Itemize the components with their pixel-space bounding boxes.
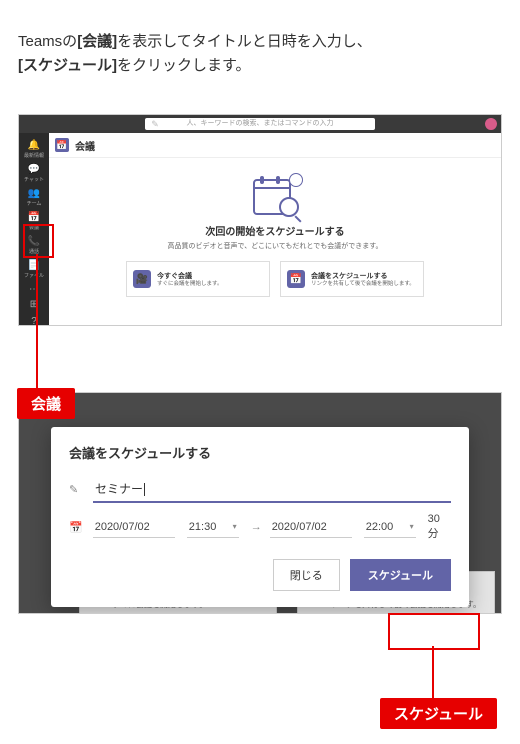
chat-icon: 💬	[28, 163, 40, 175]
search-input[interactable]: 人、キーワードの検索、またはコマンドの入力	[145, 118, 375, 130]
rail-item-activity[interactable]: 🔔最新情報	[23, 139, 45, 159]
empty-sub: 高品質のビデオと音声で、どこにいてもだれとでも会議ができます。	[49, 241, 501, 251]
callout-label-meetings: 会議	[17, 388, 75, 419]
start-time-field[interactable]: 21:30▾	[187, 517, 239, 538]
rail-item-files[interactable]: 📄ファイル	[23, 259, 45, 279]
pencil-icon: ✎	[69, 483, 83, 496]
callout-box-schedule	[388, 613, 480, 650]
close-button[interactable]: 閉じる	[273, 559, 340, 591]
content-title: 会議	[75, 138, 95, 153]
calendar-icon: 📅	[55, 138, 69, 152]
bell-icon: 🔔	[28, 139, 40, 151]
rail-item-more[interactable]: ⋯	[23, 283, 45, 295]
schedule-button[interactable]: スケジュール	[350, 559, 451, 591]
teams-content: 📅 会議 次回の開始をスケジュールする 高品質のビデオと音声で、どこにいてもだれ…	[49, 133, 501, 325]
avatar[interactable]	[485, 118, 497, 130]
teams-titlebar: ✎ 人、キーワードの検索、またはコマンドの入力	[19, 115, 501, 133]
callout-line	[432, 646, 434, 700]
rail-item-chat[interactable]: 💬チャット	[23, 163, 45, 183]
callout-line	[36, 254, 38, 390]
left-rail: 🔔最新情報 💬チャット 👥チーム 📅会議 📞通話 📄ファイル ⋯ ⊞ ?	[19, 133, 49, 325]
phone-icon: 📞	[28, 235, 40, 247]
instruction-text: Teamsの[会議]を表示してタイトルと日時を入力し、 [スケジュール]をクリッ…	[18, 30, 502, 78]
end-date-field[interactable]: 2020/07/02	[270, 517, 352, 538]
teams-window-1: ✎ 人、キーワードの検索、またはコマンドの入力 🔔最新情報 💬チャット 👥チーム…	[18, 114, 502, 326]
calendar-icon: 📅	[69, 521, 83, 534]
empty-heading: 次回の開始をスケジュールする	[49, 223, 501, 238]
schedule-dialog: 会議をスケジュールする ✎ セミナー 📅 2020/07/02 21:30▾ →…	[51, 427, 469, 607]
video-icon: 🎥	[133, 270, 151, 288]
meeting-title-input[interactable]: セミナー	[93, 476, 451, 503]
empty-state: 次回の開始をスケジュールする 高品質のビデオと音声で、どこにいてもだれとでも会議…	[49, 175, 501, 297]
end-time-field[interactable]: 22:00▾	[364, 517, 416, 538]
calendar-icon: 📅	[28, 211, 40, 223]
more-icon: ⋯	[28, 283, 40, 295]
rail-item-teams[interactable]: 👥チーム	[23, 187, 45, 207]
schedule-card[interactable]: 📅 会議をスケジュールするリンクを共有して後で会議を開始します。	[280, 261, 424, 297]
start-date-field[interactable]: 2020/07/02	[93, 517, 175, 538]
rail-item-meetings[interactable]: 📅会議	[23, 211, 45, 231]
chevron-down-icon: ▾	[233, 522, 237, 531]
rail-item-calls[interactable]: 📞通話	[23, 235, 45, 255]
new-note-icon[interactable]: ✎	[149, 118, 161, 130]
callout-label-schedule: スケジュール	[380, 698, 497, 729]
teams-window-2: 🎥今すぐ会議すぐに会議を開始します。 📅会議をスケジュールするリンクを共有して後…	[18, 392, 502, 614]
chevron-down-icon: ▾	[410, 522, 414, 531]
arrow-right-icon: →	[251, 521, 262, 533]
file-icon: 📄	[28, 259, 40, 271]
calendar-illustration	[253, 175, 297, 215]
meet-now-card[interactable]: 🎥 今すぐ会議すぐに会議を開始します。	[126, 261, 270, 297]
calendar-plus-icon: 📅	[287, 270, 305, 288]
duration-label: 30 分	[428, 513, 451, 541]
people-icon: 👥	[28, 187, 40, 199]
dialog-title: 会議をスケジュールする	[69, 443, 451, 462]
